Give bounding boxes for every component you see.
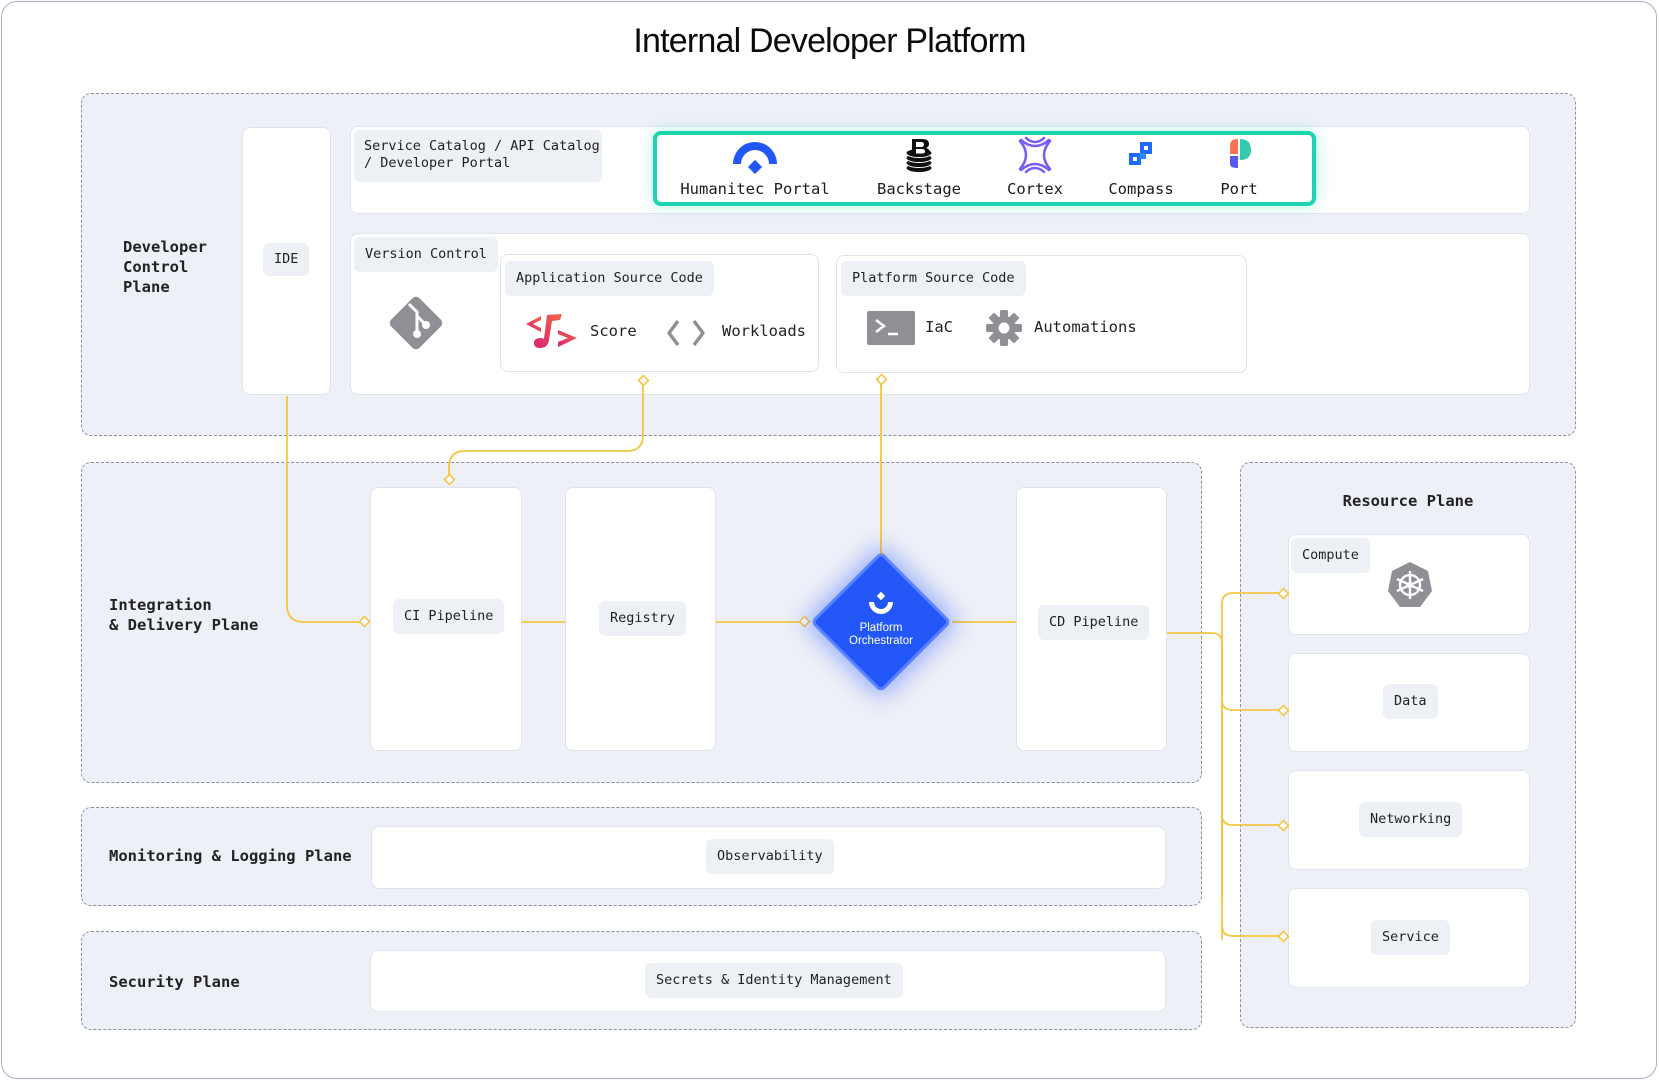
compass-icon — [1129, 142, 1152, 165]
monitoring-logging-plane-label: Monitoring & Logging Plane — [109, 847, 352, 865]
resource-plane-label: Resource Plane — [1342, 492, 1474, 510]
score-icon — [526, 314, 577, 348]
score-label: Score — [590, 322, 637, 340]
service-catalog-chip: Service Catalog / API Catalog / Develope… — [354, 130, 602, 182]
workloads-label: Workloads — [722, 322, 806, 340]
backstage-icon — [905, 139, 933, 173]
registry-chip[interactable]: Registry — [599, 601, 687, 636]
cd-pipeline-chip[interactable]: CD Pipeline — [1038, 605, 1150, 640]
integration-delivery-plane-label: Integration & Delivery Plane — [109, 596, 259, 634]
iac-label: IaC — [925, 318, 953, 336]
networking-chip[interactable]: Networking — [1359, 802, 1463, 837]
version-control-chip: Version Control — [354, 237, 498, 272]
tool-humanitec-portal[interactable]: Humanitec Portal — [675, 136, 835, 198]
data-chip[interactable]: Data — [1383, 684, 1438, 719]
application-source-chip: Application Source Code — [505, 261, 714, 296]
tool-backstage[interactable]: Backstage — [869, 136, 969, 198]
ide-chip[interactable]: IDE — [263, 243, 310, 276]
terminal-icon — [867, 311, 915, 345]
tool-port[interactable]: Port — [1204, 136, 1274, 198]
service-chip[interactable]: Service — [1371, 920, 1450, 955]
humanitec-icon — [733, 142, 777, 174]
security-plane-label: Security Plane — [109, 973, 240, 991]
cortex-icon — [1018, 136, 1052, 174]
port-icon — [1230, 139, 1251, 168]
platform-orchestrator[interactable]: Platform Orchestrator — [810, 551, 952, 693]
kubernetes-icon — [1388, 562, 1432, 607]
humanitec-orchestrator-icon — [869, 592, 893, 614]
orchestrator-label-line2: Orchestrator — [849, 635, 913, 647]
observability-chip[interactable]: Observability — [706, 839, 834, 874]
ci-pipeline-chip[interactable]: CI Pipeline — [393, 599, 505, 634]
secrets-identity-chip[interactable]: Secrets & Identity Management — [645, 963, 903, 998]
compute-chip[interactable]: Compute — [1291, 538, 1370, 573]
page-title: Internal Developer Platform — [633, 22, 1026, 60]
tool-cortex[interactable]: Cortex — [995, 136, 1075, 198]
gear-icon — [986, 310, 1022, 346]
code-brackets-icon — [667, 319, 705, 347]
platform-source-chip: Platform Source Code — [841, 261, 1026, 296]
developer-control-plane-label: Developer Control Plane — [123, 238, 207, 296]
orchestrator-label-line1: Platform — [859, 622, 903, 634]
tool-compass[interactable]: Compass — [1101, 138, 1181, 198]
git-icon — [389, 296, 443, 350]
automations-label: Automations — [1034, 318, 1137, 336]
